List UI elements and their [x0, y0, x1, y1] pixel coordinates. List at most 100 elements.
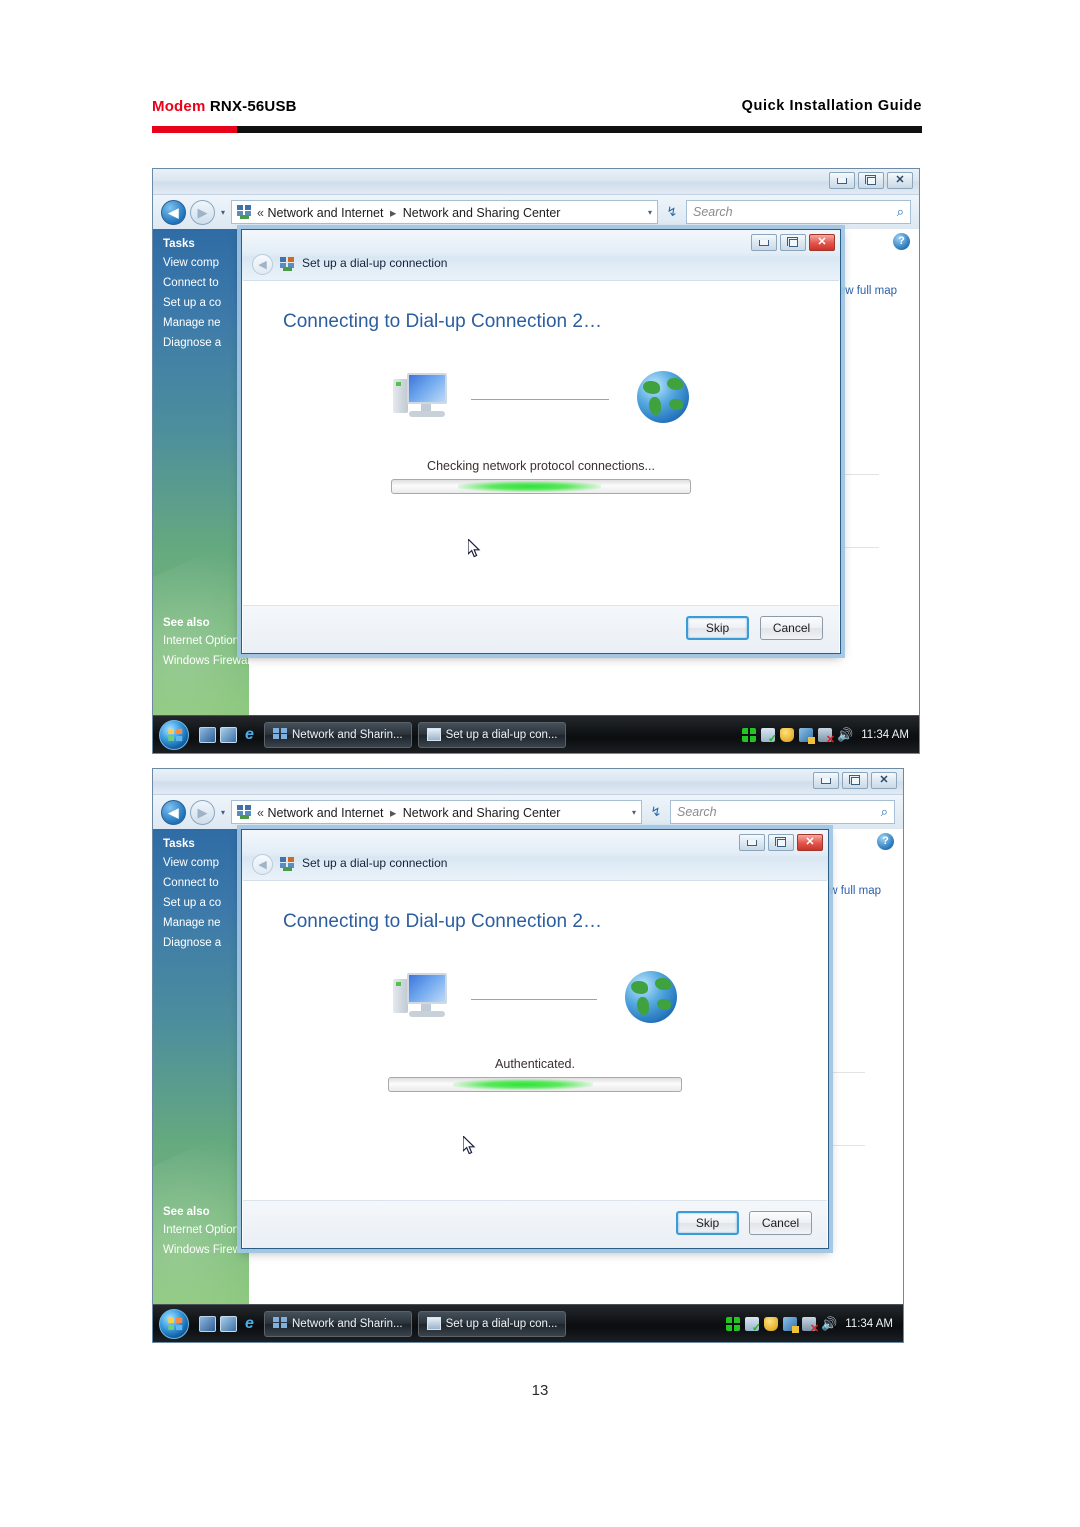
- back-arrow-icon[interactable]: ◀: [161, 199, 186, 225]
- network-tray-icon[interactable]: [726, 1316, 741, 1331]
- progress-bar: [391, 479, 691, 494]
- taskbar-clock[interactable]: 11:34 AM: [842, 1318, 893, 1330]
- close-icon[interactable]: ✕: [887, 172, 913, 189]
- search-icon[interactable]: ⌕: [881, 804, 888, 820]
- history-dropdown-icon[interactable]: ▾: [219, 808, 227, 817]
- sidebar-item-diagnose[interactable]: Diagnose a: [163, 937, 249, 949]
- view-full-map-link[interactable]: iew full map: [836, 285, 897, 297]
- search-input[interactable]: Search ⌕: [686, 200, 911, 224]
- close-icon[interactable]: ✕: [797, 834, 823, 851]
- system-tray: 🔊 11:34 AM: [742, 727, 913, 746]
- maximize-icon[interactable]: [842, 772, 868, 789]
- close-icon[interactable]: ✕: [871, 772, 897, 789]
- window-control-buttons: ✕: [813, 772, 897, 789]
- header-rule: [152, 126, 922, 133]
- minimize-icon[interactable]: [751, 234, 777, 251]
- refresh-icon[interactable]: ↯: [646, 804, 666, 820]
- address-breadcrumb-box[interactable]: « Network and Internet ▸ Network and Sha…: [231, 200, 658, 224]
- internet-explorer-icon[interactable]: e: [241, 1315, 258, 1332]
- minimize-icon[interactable]: [829, 172, 855, 189]
- close-icon[interactable]: ✕: [809, 234, 835, 251]
- network-icon: [237, 205, 252, 219]
- sidebar-item-connect-to[interactable]: Connect to: [163, 877, 249, 889]
- taskbar-button-network-and-sharing[interactable]: Network and Sharin...: [264, 721, 412, 748]
- sidebar-item-manage-network[interactable]: Manage ne: [163, 317, 249, 329]
- back-arrow-icon[interactable]: ◀: [161, 799, 186, 825]
- flip-3d-icon[interactable]: [220, 726, 237, 743]
- sidebar-item-windows-firewall[interactable]: Windows Firewall: [163, 1244, 249, 1256]
- taskbar-button-network-and-sharing[interactable]: Network and Sharin...: [264, 1310, 412, 1337]
- breadcrumb: « Network and Internet ▸ Network and Sha…: [257, 805, 627, 820]
- sidebar-item-internet-options[interactable]: Internet Options: [163, 1224, 249, 1236]
- check-tray-icon[interactable]: [745, 1316, 761, 1334]
- volume-icon[interactable]: 🔊: [837, 727, 853, 742]
- maximize-icon[interactable]: [858, 172, 884, 189]
- back-arrow-icon[interactable]: ◀: [252, 254, 273, 275]
- history-dropdown-icon[interactable]: ▾: [219, 208, 227, 217]
- breadcrumb-item-network-and-internet[interactable]: Network and Internet: [267, 806, 383, 820]
- help-icon[interactable]: ?: [893, 233, 910, 250]
- search-input[interactable]: Search ⌕: [670, 800, 895, 824]
- globe-icon: [625, 971, 677, 1023]
- flip-3d-icon[interactable]: [220, 1315, 237, 1332]
- start-button[interactable]: [159, 1308, 189, 1339]
- network-icon: [273, 728, 287, 741]
- minimize-icon[interactable]: [739, 834, 765, 851]
- view-full-map-link[interactable]: iew full map: [820, 885, 881, 897]
- network-tray-icon[interactable]: [742, 727, 757, 742]
- maximize-icon[interactable]: [780, 234, 806, 251]
- shield-tray-icon[interactable]: [780, 727, 795, 742]
- display-tray-icon[interactable]: [799, 727, 816, 744]
- network-icon: [273, 1317, 287, 1330]
- sidebar-item-view-computers[interactable]: View comp: [163, 257, 249, 269]
- skip-button[interactable]: Skip: [676, 1211, 739, 1235]
- forward-arrow-icon[interactable]: ▶: [190, 199, 215, 225]
- show-desktop-icon[interactable]: [199, 1315, 216, 1332]
- dialog-titlebar: ✕ ◀ Set up a dial-up connection: [242, 230, 840, 280]
- back-arrow-icon[interactable]: ◀: [252, 854, 273, 875]
- breadcrumb-overflow-icon[interactable]: «: [257, 806, 264, 820]
- internet-explorer-icon[interactable]: e: [241, 726, 258, 743]
- taskbar: e Network and Sharin... Set up a dial-up…: [153, 715, 919, 753]
- window-titlebar: ✕: [153, 169, 919, 195]
- minimize-icon[interactable]: [813, 772, 839, 789]
- show-desktop-icon[interactable]: [199, 726, 216, 743]
- sidebar-item-manage-network[interactable]: Manage ne: [163, 917, 249, 929]
- breadcrumb-overflow-icon[interactable]: «: [257, 206, 264, 220]
- sidebar-item-windows-firewall[interactable]: Windows Firewall: [163, 655, 249, 667]
- taskbar-button-dialup[interactable]: Set up a dial-up con...: [417, 721, 567, 748]
- sidebar-item-diagnose[interactable]: Diagnose a: [163, 337, 249, 349]
- taskbar-clock[interactable]: 11:34 AM: [858, 729, 909, 741]
- check-tray-icon[interactable]: [761, 727, 777, 745]
- chevron-down-icon[interactable]: ▾: [648, 208, 652, 217]
- sidebar-item-internet-options[interactable]: Internet Options: [163, 635, 249, 647]
- network-disconnected-icon[interactable]: [818, 727, 835, 746]
- cancel-button[interactable]: Cancel: [760, 616, 823, 640]
- skip-button[interactable]: Skip: [686, 616, 749, 640]
- address-breadcrumb-box[interactable]: « Network and Internet ▸ Network and Sha…: [231, 800, 642, 824]
- header-model: RNX-56USB: [209, 98, 297, 115]
- sidebar-item-set-up-connection[interactable]: Set up a co: [163, 297, 249, 309]
- search-icon[interactable]: ⌕: [897, 204, 904, 220]
- start-button[interactable]: [159, 719, 189, 750]
- maximize-icon[interactable]: [768, 834, 794, 851]
- help-icon[interactable]: ?: [877, 833, 894, 850]
- breadcrumb-item-network-and-sharing-center[interactable]: Network and Sharing Center: [403, 206, 561, 220]
- breadcrumb-item-network-and-sharing-center[interactable]: Network and Sharing Center: [403, 806, 561, 820]
- breadcrumb-item-network-and-internet[interactable]: Network and Internet: [267, 206, 383, 220]
- network-disconnected-icon[interactable]: [802, 1316, 819, 1335]
- volume-icon[interactable]: 🔊: [821, 1316, 837, 1331]
- sidebar-item-set-up-connection[interactable]: Set up a co: [163, 897, 249, 909]
- sidebar-item-connect-to[interactable]: Connect to: [163, 277, 249, 289]
- connection-illustration: [243, 371, 839, 433]
- shield-tray-icon[interactable]: [764, 1316, 779, 1331]
- forward-arrow-icon[interactable]: ▶: [190, 799, 215, 825]
- dialup-connection-dialog: ✕ ◀ Set up a dial-up connection Connecti…: [237, 825, 833, 1253]
- taskbar-button-dialup[interactable]: Set up a dial-up con...: [417, 1310, 567, 1337]
- display-tray-icon[interactable]: [783, 1316, 800, 1333]
- header-brand: Modem: [152, 98, 206, 115]
- cancel-button[interactable]: Cancel: [749, 1211, 812, 1235]
- chevron-down-icon[interactable]: ▾: [632, 808, 636, 817]
- refresh-icon[interactable]: ↯: [662, 204, 682, 220]
- sidebar-item-view-computers[interactable]: View comp: [163, 857, 249, 869]
